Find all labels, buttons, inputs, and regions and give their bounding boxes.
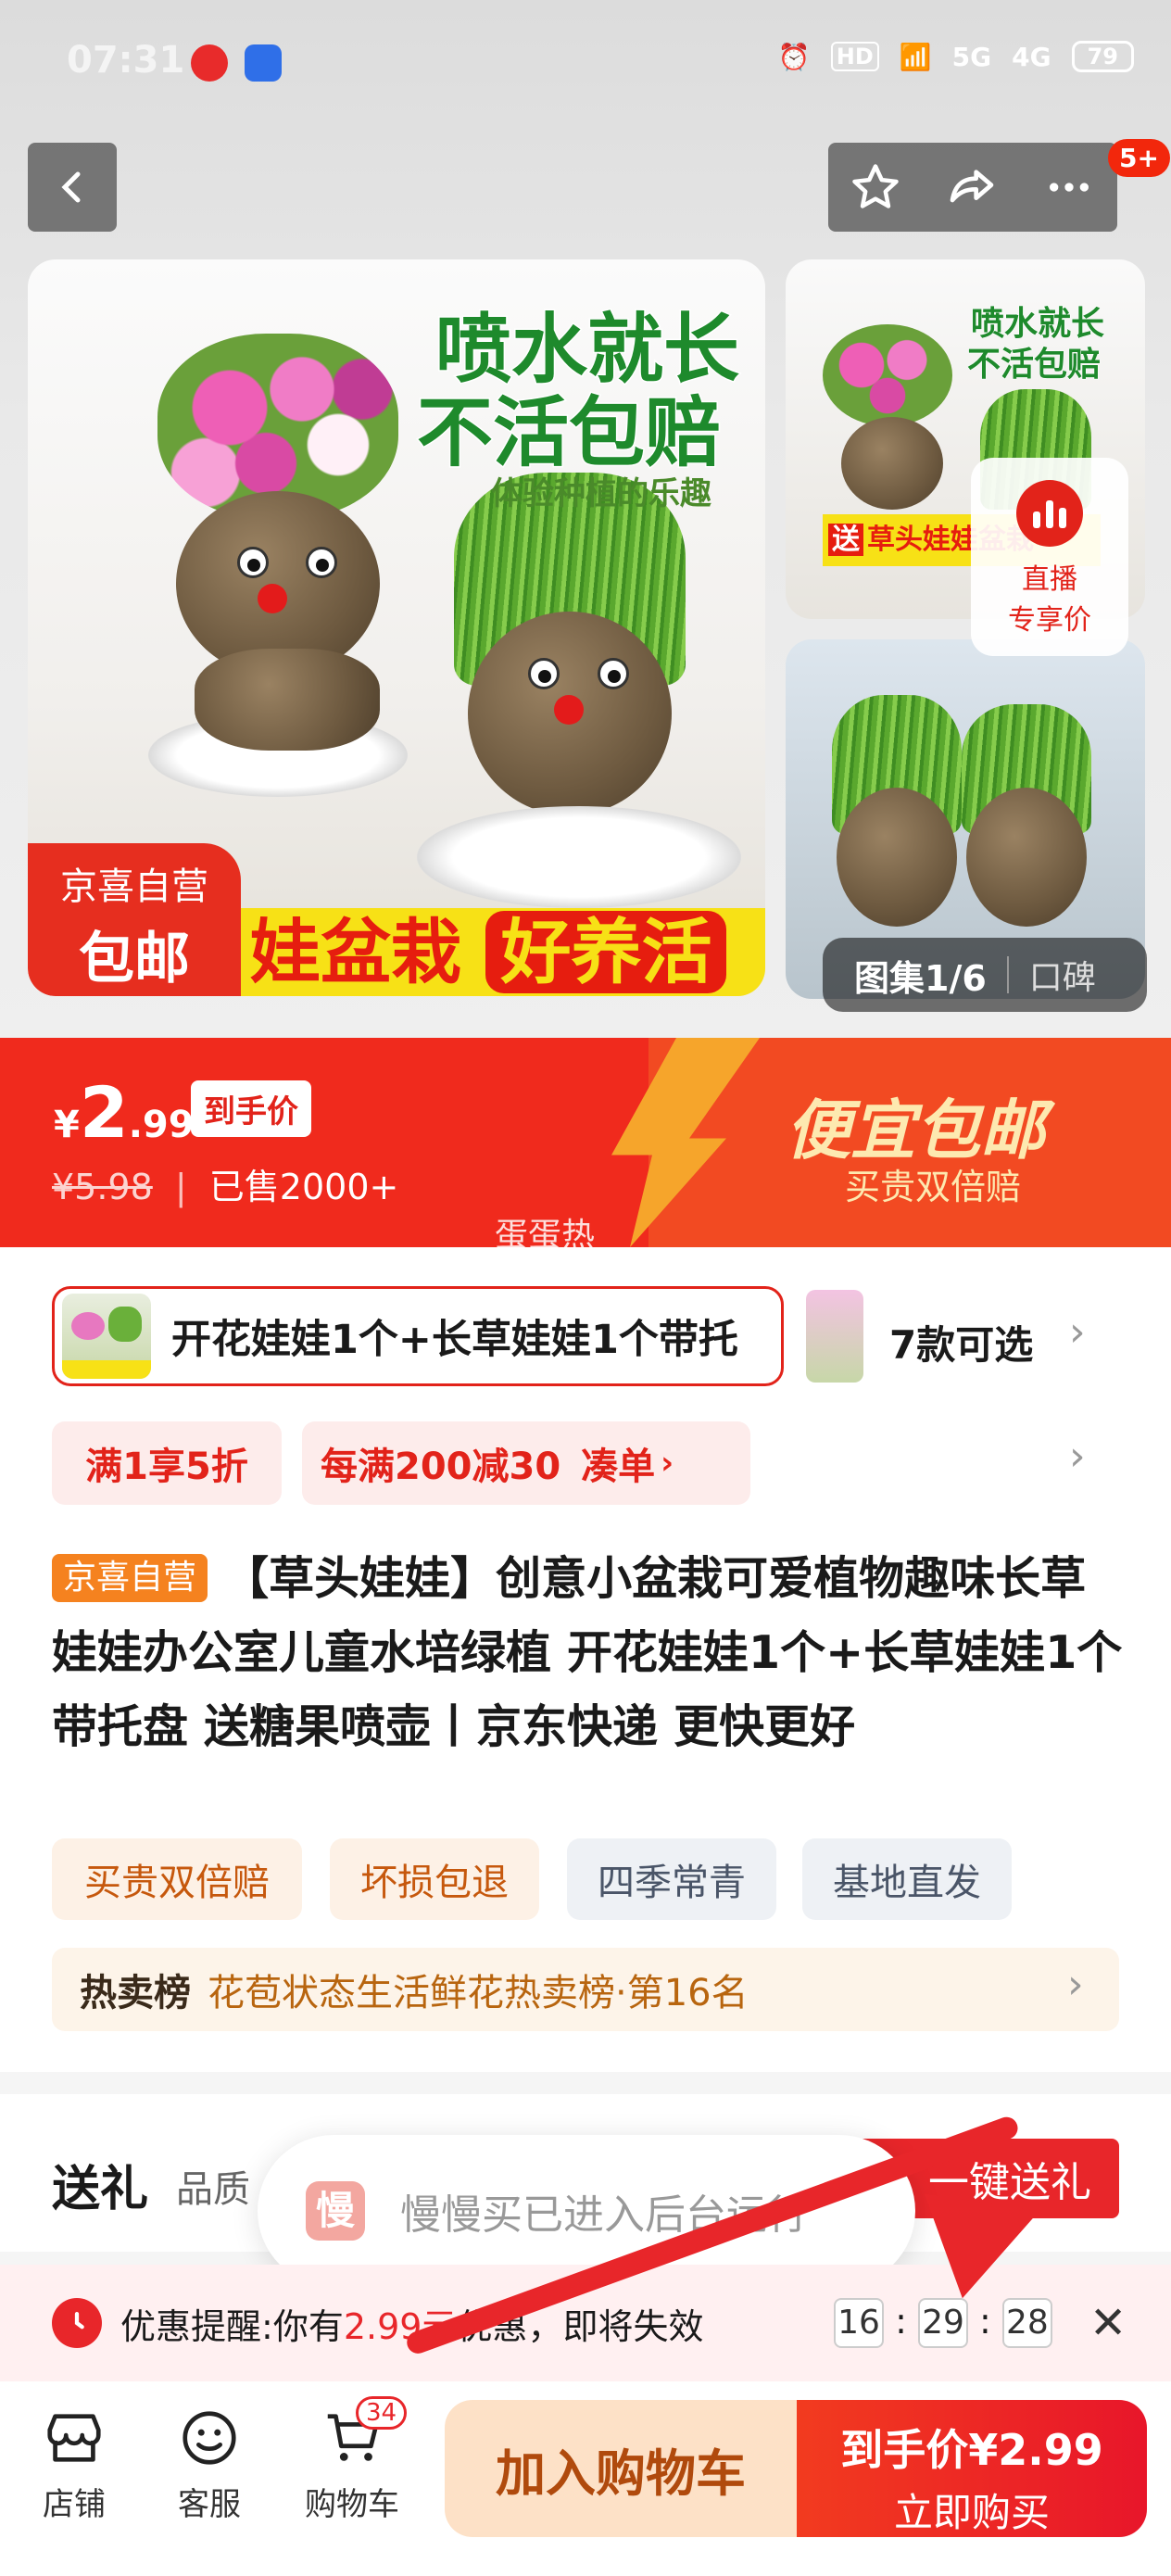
coupon-discount[interactable]: 满1享5折	[52, 1421, 282, 1505]
chevron-right-icon[interactable]: ›	[1069, 1433, 1086, 1480]
final-price-tag: 到手价	[191, 1080, 311, 1137]
sku-options-count[interactable]: 7款可选	[889, 1314, 1033, 1370]
alarm-icon: ⏰	[777, 41, 811, 72]
sku-thumbnail	[62, 1294, 151, 1379]
cart-button[interactable]: 购物车 34	[296, 2396, 408, 2524]
current-price: ¥2.99	[54, 1071, 195, 1154]
gift-title: 送礼	[52, 2162, 149, 2217]
status-time: 07:31	[67, 39, 185, 82]
sku-selector-selected[interactable]: 开花娃娃1个+长草娃娃1个带托	[52, 1286, 784, 1386]
more-icon[interactable]	[1043, 161, 1095, 213]
live-icon	[1016, 480, 1083, 547]
bottom-action-bar: 店铺 客服 购物车 34 加入购物车 到手价¥2.99 立即购买	[0, 2381, 1171, 2576]
cart-badge: 34	[356, 2396, 408, 2430]
chevron-right-icon: ›	[1067, 1961, 1084, 2008]
jx-badge: 京喜自营 包邮	[28, 843, 241, 996]
reviews-link[interactable]: 口碑	[1029, 951, 1096, 999]
sold-count: 已售2000+	[208, 1167, 399, 1207]
share-icon[interactable]	[946, 161, 998, 213]
coupon-action: 凑单	[581, 1446, 656, 1488]
buy-now-button[interactable]: 到手价¥2.99 立即购买	[797, 2400, 1147, 2537]
app-icon: 慢	[306, 2181, 365, 2241]
sku-alt-thumbnail[interactable]	[806, 1290, 863, 1383]
gift-sub: 品质	[176, 2168, 250, 2211]
status-indicators: ⏰ HD 📶 5G 4G 79	[778, 41, 1134, 72]
gallery-counter[interactable]: 图集1/6 口碑	[823, 938, 1147, 1012]
price-banner: ¥2.99 到手价 ¥5.98 | 已售2000+ 便宜包邮 买贵双倍赔 蛋蛋热	[0, 1038, 1171, 1247]
promo-sub: 买贵双倍赔	[845, 1167, 1022, 1207]
image-banner: 娃盆栽 好养活	[241, 908, 765, 996]
clock-icon	[52, 2298, 102, 2348]
status-bar: 07:31 ⏰ HD 📶 5G 4G 79	[0, 28, 1171, 111]
network-4g: 4G	[1012, 41, 1051, 72]
customer-service-icon	[183, 2411, 236, 2465]
feature-tag-2: 坏损包退	[330, 1838, 539, 1920]
chevron-right-icon[interactable]: ›	[1069, 1308, 1086, 1356]
slogan-line-2: 不活包赔	[415, 388, 722, 479]
baidu-notification-icon	[245, 44, 282, 82]
product-title: 京喜自营 【草头娃娃】创意小盆栽可爱植物趣味长草娃娃办公室儿童水培绿植 开花娃娃…	[52, 1552, 1123, 1753]
coupon-full-reduction[interactable]: 每满200减30 凑单 ›	[302, 1421, 750, 1505]
rank-text: 花苞状态生活鲜花热卖榜·第16名	[208, 1972, 749, 2014]
chevron-left-icon	[61, 171, 81, 203]
shop-icon	[47, 2414, 101, 2462]
service-button[interactable]: 客服	[163, 2406, 256, 2524]
feature-tag-4: 基地直发	[802, 1838, 1012, 1920]
network-5g: 5G	[951, 41, 992, 72]
rank-label: 热卖榜	[80, 1972, 191, 2014]
hot-ranking[interactable]: 热卖榜 花苞状态生活鲜花热卖榜·第16名 ›	[52, 1948, 1119, 2031]
sku-selected-label: 开花娃娃1个+长草娃娃1个带托	[171, 1317, 738, 1363]
product-gallery: 07:31 ⏰ HD 📶 5G 4G 79 5+ 喷水就长 不活包赔 体验种植的…	[0, 0, 1171, 1038]
message-badge: 5+	[1108, 139, 1170, 177]
action-bar	[828, 143, 1117, 232]
product-info: 开花娃娃1个+长草娃娃1个带托 7款可选 › 满1享5折 每满200减30 凑单 ›…	[0, 1247, 1171, 2072]
close-icon[interactable]: ✕	[1089, 2297, 1127, 2349]
feature-tag-3: 四季常青	[567, 1838, 776, 1920]
wifi-icon: 📶	[899, 41, 932, 72]
live-stream-button[interactable]: 直播 专享价	[971, 458, 1128, 656]
add-to-cart-button[interactable]: 加入购物车	[445, 2400, 797, 2537]
app-notification-icon	[191, 44, 228, 82]
back-button[interactable]	[28, 143, 117, 232]
star-icon[interactable]	[850, 162, 900, 212]
watermark-text: 蛋蛋热	[495, 1217, 596, 1247]
store-tag: 京喜自营	[52, 1554, 208, 1602]
feature-tag-1: 买贵双倍赔	[52, 1838, 302, 1920]
shop-button[interactable]: 店铺	[28, 2406, 120, 2524]
hd-icon: HD	[830, 42, 879, 71]
countdown: 16 : 29 : 28	[834, 2298, 1052, 2348]
main-product-image[interactable]: 喷水就长 不活包赔 体验种植的乐趣 京喜自营 包邮 娃盆栽 好养活	[28, 259, 765, 996]
battery-indicator: 79	[1071, 41, 1134, 72]
slogan-sub: 体验种植的乐趣	[491, 475, 711, 512]
original-price: ¥5.98	[52, 1167, 153, 1207]
